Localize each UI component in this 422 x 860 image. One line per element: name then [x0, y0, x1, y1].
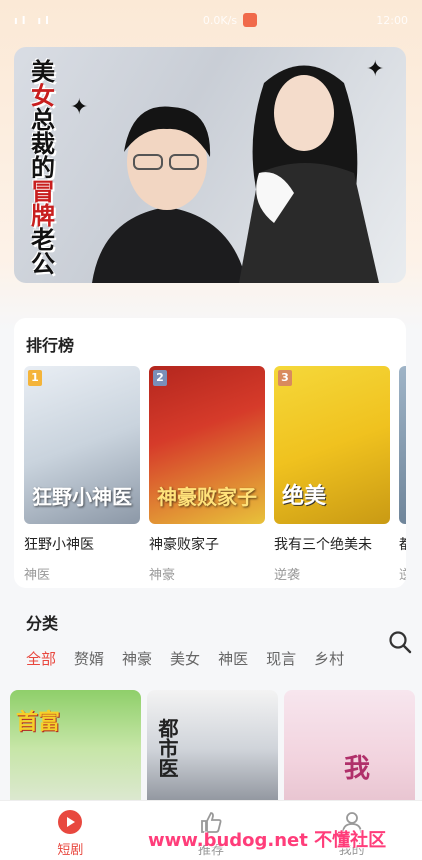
- notification-icon: [243, 13, 258, 27]
- status-time: 12:00: [376, 13, 408, 27]
- ranking-item[interactable]: 1 狂野小神医 狂野小神医 神医: [24, 366, 140, 583]
- ranking-item[interactable]: 都 逆: [399, 366, 406, 583]
- poster-title: 我: [344, 754, 371, 784]
- poster-title: 绝美: [282, 484, 327, 509]
- play-circle-icon: [58, 810, 83, 834]
- category-tab-all[interactable]: 全部: [26, 648, 56, 669]
- category-tab-shenyi[interactable]: 神医: [218, 648, 248, 669]
- featured-banner[interactable]: 美 女 总 裁 的 冒 牌 老 公 ✦ ✦: [14, 47, 406, 283]
- network-speed: 0.0K/s: [202, 13, 238, 27]
- tab-drama[interactable]: 短剧: [30, 809, 110, 858]
- ranking-item[interactable]: 2 神豪败家子 神豪败家子 神豪: [149, 366, 265, 583]
- poster-title: 狂野小神医: [32, 485, 132, 509]
- drama-tag: 神豪: [149, 568, 176, 583]
- female-actor-image: [239, 65, 379, 283]
- poster-image: [399, 366, 406, 524]
- tab-label: 短剧: [57, 843, 84, 858]
- banner-title-char: 的: [31, 154, 55, 182]
- search-icon[interactable]: [388, 630, 412, 654]
- banner-title-char: 裁: [31, 130, 55, 158]
- rank-badge: 2: [153, 370, 167, 386]
- poster-image: 3 绝美: [274, 366, 390, 524]
- banner-title-char: 女: [31, 82, 55, 110]
- banner-title-char: 老: [31, 226, 55, 254]
- drama-name: 都: [399, 534, 406, 554]
- banner-title-char: 美: [31, 58, 55, 86]
- rank-badge: 3: [278, 370, 292, 386]
- ranking-title: 排行榜: [26, 336, 75, 355]
- poster-image: 2 神豪败家子: [149, 366, 265, 524]
- poster-title: 都市医: [155, 718, 179, 778]
- category-title: 分类: [26, 614, 59, 633]
- category-tab-xiangcun[interactable]: 乡村: [314, 648, 344, 669]
- banner-title-char: 总: [31, 106, 55, 134]
- category-tabs: 全部 赘婿 神豪 美女 神医 现言 乡村: [26, 648, 344, 669]
- drama-name: 我有三个绝美未: [274, 537, 372, 553]
- category-tab-shenhao[interactable]: 神豪: [122, 648, 152, 669]
- drama-card[interactable]: 首富: [10, 690, 141, 808]
- drama-tag: 神医: [24, 568, 51, 583]
- signal-indicator: ıl ıl: [14, 13, 53, 27]
- banner-title: 美 女 总 裁 的 冒 牌 老 公: [14, 47, 72, 283]
- drama-card[interactable]: 都市医: [147, 690, 278, 808]
- banner-title-char: 牌: [31, 202, 55, 230]
- status-bar: ıl ıl 0.0K/s 12:00: [0, 0, 422, 40]
- ranking-section: 排行榜 1 狂野小神医 狂野小神医 神医 2 神豪败家子 神豪败家子 神豪 3 …: [14, 318, 406, 588]
- drama-grid: 首富 都市医 我: [10, 690, 415, 808]
- ranking-list: 1 狂野小神医 狂野小神医 神医 2 神豪败家子 神豪败家子 神豪 3 绝美 我…: [24, 366, 406, 583]
- poster-image: 1 狂野小神医: [24, 366, 140, 524]
- drama-tag: 逆袭: [274, 568, 301, 583]
- banner-title-char: 冒: [31, 178, 55, 206]
- drama-card[interactable]: 我: [284, 690, 415, 808]
- category-tab-meinv[interactable]: 美女: [170, 648, 200, 669]
- category-tab-zhuixu[interactable]: 赘婿: [74, 648, 104, 669]
- drama-tag: 逆: [399, 568, 406, 583]
- ranking-item[interactable]: 3 绝美 我有三个绝美未 逆袭: [274, 366, 390, 583]
- drama-name: 狂野小神医: [24, 537, 94, 553]
- drama-name: 神豪败家子: [149, 537, 219, 553]
- poster-title: 首富: [16, 710, 61, 735]
- banner-title-char: 公: [31, 250, 55, 278]
- watermark: www.budog.net 不懂社区: [148, 830, 387, 851]
- rank-badge: 1: [28, 370, 42, 386]
- category-tab-xianyan[interactable]: 现言: [266, 648, 296, 669]
- poster-title: 神豪败家子: [157, 485, 257, 509]
